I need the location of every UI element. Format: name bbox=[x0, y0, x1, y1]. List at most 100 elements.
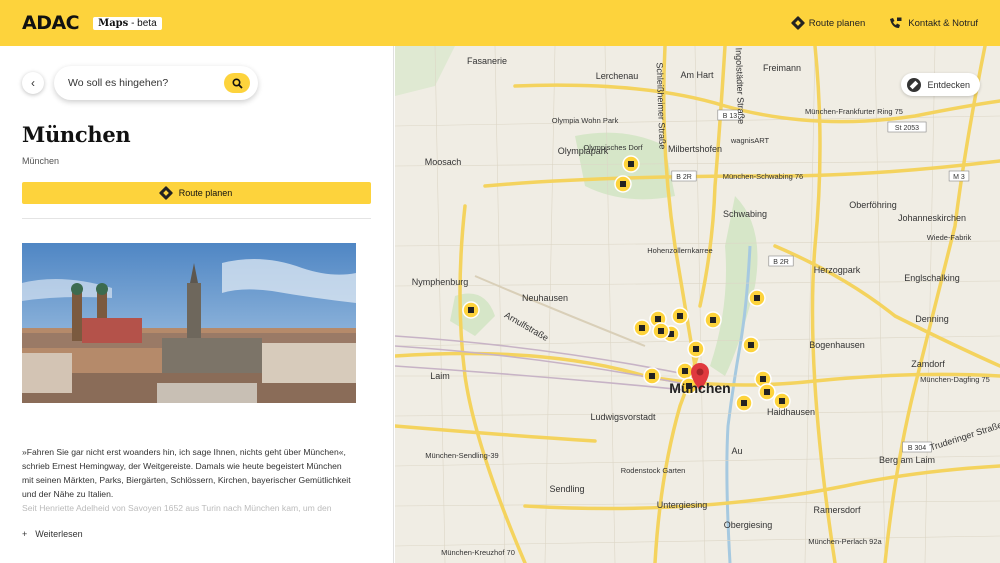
sidebar-panel: ‹ München München Route planen bbox=[0, 46, 394, 563]
map-label: Wiede-Fabrik bbox=[927, 233, 972, 242]
svg-text:St 2053: St 2053 bbox=[895, 125, 919, 132]
map-label: Laim bbox=[430, 371, 450, 381]
map-label: Lerchenau bbox=[596, 71, 639, 81]
poi-marker-icon[interactable] bbox=[643, 367, 661, 385]
road-shield: B 304 bbox=[902, 441, 932, 453]
poi-marker-icon[interactable] bbox=[748, 289, 766, 307]
map-label: Fasanerie bbox=[467, 56, 507, 66]
maps-beta-badge: Maps - beta bbox=[93, 16, 162, 30]
explore-label: Entdecken bbox=[927, 79, 970, 90]
svg-text:B 304: B 304 bbox=[908, 445, 926, 452]
divider bbox=[22, 218, 371, 219]
map-label: Ludwigsvorstadt bbox=[590, 412, 656, 422]
nav-route-label: Route planen bbox=[808, 17, 866, 29]
svg-text:B 13: B 13 bbox=[723, 113, 738, 120]
description: »Fahren Sie gar nicht erst woanders hin,… bbox=[22, 445, 371, 515]
description-line: und der Nähe zu Italien. bbox=[22, 489, 114, 499]
map-label: Untergiesing bbox=[657, 500, 708, 510]
poi-marker-icon[interactable] bbox=[462, 301, 480, 319]
place-subtitle: München bbox=[22, 156, 60, 166]
map-label: Olympia Wohn Park bbox=[552, 116, 619, 125]
map-canvas[interactable]: B 13 B 2R B 2R St 2053 M 3 B 304 Fasanerie Ler… bbox=[395, 46, 1000, 563]
map-label: Denning bbox=[915, 314, 949, 324]
beta-label: - beta bbox=[131, 17, 157, 29]
nav-route-planen[interactable]: Route planen bbox=[790, 15, 866, 31]
map-label: Am Hart bbox=[680, 70, 714, 80]
map-label: Obergiesing bbox=[724, 520, 773, 530]
back-button[interactable]: ‹ bbox=[22, 72, 44, 94]
app-header: ADAC Maps - beta Route planen Kontakt & … bbox=[0, 0, 1000, 46]
map-label: Freimann bbox=[763, 63, 801, 73]
map-label: Johanneskirchen bbox=[898, 213, 966, 223]
map-label: Olympisches Dorf bbox=[583, 143, 643, 152]
map-label: Hohenzollernkarree bbox=[647, 246, 712, 255]
map-label: Moosach bbox=[425, 157, 462, 167]
route-button-label: Route planen bbox=[178, 188, 233, 198]
poi-marker-icon[interactable] bbox=[735, 394, 753, 412]
svg-text:B 2R: B 2R bbox=[676, 174, 692, 181]
description-line: »Fahren Sie gar nicht erst woanders hin,… bbox=[22, 447, 346, 457]
map-label: Haidhausen bbox=[767, 407, 815, 417]
place-title: München bbox=[22, 122, 131, 147]
map-label: Au bbox=[731, 446, 742, 456]
poi-marker-icon[interactable] bbox=[622, 155, 640, 173]
map-label: Milbertshofen bbox=[668, 144, 722, 154]
svg-text:M 3: M 3 bbox=[953, 174, 965, 181]
map-label: Sendling bbox=[549, 484, 584, 494]
map-label: wagnisART bbox=[730, 136, 770, 145]
map-label: Oberföhring bbox=[849, 200, 897, 210]
search-icon bbox=[231, 77, 243, 89]
poi-marker-icon[interactable] bbox=[614, 175, 632, 193]
poi-marker-icon[interactable] bbox=[687, 340, 705, 358]
poi-marker-icon[interactable] bbox=[652, 322, 670, 340]
adac-logo[interactable]: ADAC bbox=[22, 12, 80, 34]
route-planen-button[interactable]: Route planen bbox=[22, 182, 371, 204]
poi-marker-icon[interactable] bbox=[758, 383, 776, 401]
top-nav: Route planen Kontakt & Notruf bbox=[790, 15, 978, 31]
city-label: München bbox=[669, 380, 730, 396]
map-label: Schwabing bbox=[723, 209, 767, 219]
map-label: München-Dagfing 75 bbox=[920, 375, 990, 384]
read-more-link[interactable]: + Weiterlesen bbox=[22, 529, 371, 539]
map-label: München-Schwabing 76 bbox=[723, 172, 803, 181]
search-row: ‹ bbox=[22, 66, 371, 100]
read-more-label: Weiterlesen bbox=[35, 529, 83, 539]
chevron-left-icon: ‹ bbox=[31, 76, 35, 90]
poi-marker-icon[interactable] bbox=[676, 362, 694, 380]
map-view[interactable]: B 13 B 2R B 2R St 2053 M 3 B 304 Fasanerie Ler… bbox=[395, 46, 1000, 563]
route-diamond-icon bbox=[790, 15, 805, 31]
map-label: Herzogpark bbox=[814, 265, 861, 275]
description-line: mit seinen Märkten, Parks, Biergärten, S… bbox=[22, 475, 351, 485]
map-label: Ramersdorf bbox=[813, 505, 861, 515]
maps-label: Maps bbox=[98, 17, 129, 29]
poi-marker-icon[interactable] bbox=[633, 319, 651, 337]
search-button[interactable] bbox=[224, 73, 250, 93]
map-label: München-Frankfurter Ring 75 bbox=[805, 107, 903, 116]
search-input[interactable] bbox=[68, 77, 224, 89]
road-shield: B 2R bbox=[671, 170, 697, 182]
poi-marker-icon[interactable] bbox=[671, 307, 689, 325]
road-shield: M 3 bbox=[948, 170, 970, 182]
map-label: Nymphenburg bbox=[412, 277, 469, 287]
description-fade-line: Seit Henriette Adelheid von Savoyen 1652… bbox=[22, 503, 332, 513]
poi-marker-icon[interactable] bbox=[742, 336, 760, 354]
map-label: Neuhausen bbox=[522, 293, 568, 303]
plus-icon: + bbox=[22, 529, 28, 539]
map-label: Englschalking bbox=[904, 273, 960, 283]
map-label: Rodenstock Garten bbox=[621, 466, 686, 475]
road-shield: B 2R bbox=[768, 255, 794, 267]
poi-marker-icon[interactable] bbox=[704, 311, 722, 329]
city-photo bbox=[22, 243, 356, 403]
description-line: schrieb Ernest Hemingway, der Weitgereis… bbox=[22, 461, 342, 471]
explore-button[interactable]: Entdecken bbox=[901, 73, 980, 96]
compass-icon bbox=[907, 77, 922, 92]
map-label: München-Perlach 92a bbox=[808, 537, 882, 546]
phone-icon bbox=[890, 17, 902, 28]
nav-kontakt-label: Kontakt & Notruf bbox=[908, 17, 978, 29]
road-shield: St 2053 bbox=[887, 121, 927, 133]
map-label: München-Sendling-39 bbox=[425, 451, 498, 460]
nav-kontakt-notruf[interactable]: Kontakt & Notruf bbox=[889, 17, 978, 29]
map-label: Bogenhausen bbox=[809, 340, 865, 350]
search-box bbox=[54, 66, 258, 100]
route-diamond-icon bbox=[158, 185, 173, 201]
